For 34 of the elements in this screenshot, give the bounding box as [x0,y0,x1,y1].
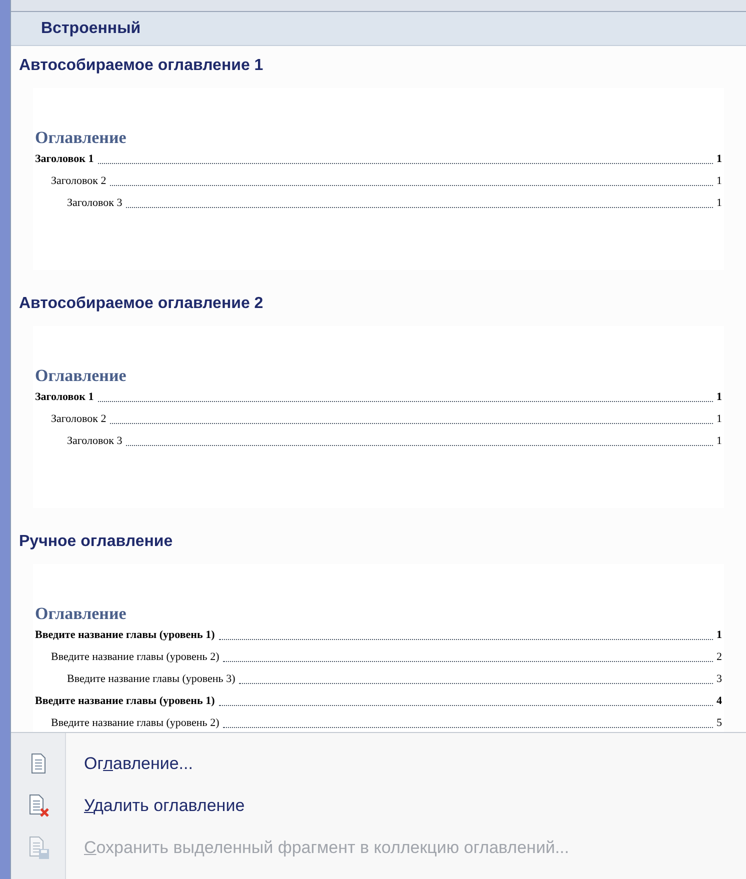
toc-entry-text: Заголовок 3 [67,434,122,449]
menu-item[interactable]: Оглавление... [80,751,197,777]
toc-page-number: 1 [716,174,722,189]
toc-page-number: 5 [716,716,722,731]
toc-entry-text: Введите название главы (уровень 2) [51,650,220,665]
gallery-header: Встроенный [11,12,746,46]
toc-entry-text: Заголовок 2 [51,174,106,189]
gallery-item-title: Автособираемое оглавление 1 [18,56,264,76]
toc-entry-text: Введите название главы (уровень 3) [67,672,236,687]
toc-entry-text: Заголовок 1 [35,152,94,167]
toc-preview-heading: Оглавление [35,604,128,624]
menu-item[interactable]: Удалить оглавление [80,793,249,819]
toc-entry-text: Введите название главы (уровень 1) [35,628,215,643]
toc-page-number: 1 [716,412,722,427]
toc-entry-text: Заголовок 2 [51,412,106,427]
toc-page-number: 1 [716,196,722,211]
toc-entry-text: Заголовок 1 [35,390,94,405]
toc-preview-heading: Оглавление [35,366,128,386]
toc-page-number: 4 [716,694,722,709]
toc-entry-text: Введите название главы (уровень 2) [51,716,220,731]
toc-entry-text: Заголовок 3 [67,196,122,211]
toc-page-number: 3 [716,672,722,687]
toc-preview-heading: Оглавление [35,128,128,148]
toc-page-number: 2 [716,650,722,665]
document-icon [28,753,48,775]
document-save-icon [26,836,50,860]
document-delete-icon [26,794,50,818]
toc-page-number: 1 [716,628,722,643]
toc-page-number: 1 [716,152,722,167]
gallery-item-title: Ручное оглавление [18,532,174,552]
gallery-item-title: Автособираемое оглавление 2 [18,294,264,314]
toc-entry-text: Введите название главы (уровень 1) [35,694,215,709]
toc-page-number: 1 [716,434,722,449]
toc-page-number: 1 [716,390,722,405]
